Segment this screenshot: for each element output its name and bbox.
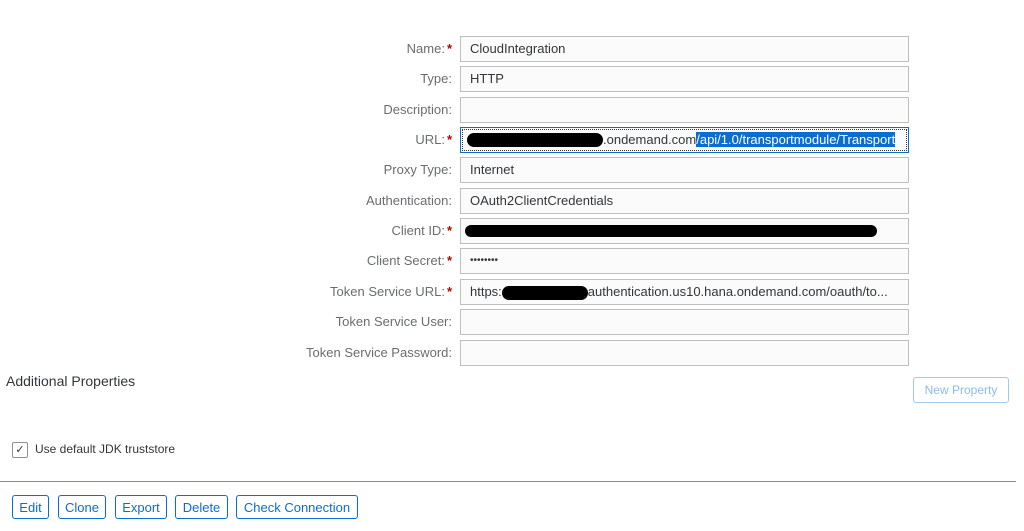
url-row: URL: * .ondemand.com/api/1.0/transportmod… — [0, 127, 1024, 153]
redacted-text — [501, 285, 588, 300]
url-field[interactable]: .ondemand.com/api/1.0/transportmodule/Tr… — [460, 127, 909, 153]
description-field[interactable] — [460, 97, 909, 123]
description-row: Description: — [0, 97, 1024, 123]
token-service-url-field[interactable]: https: authentication.us10.hana.ondemand.… — [460, 279, 909, 305]
token-service-user-row: Token Service User: — [0, 309, 1024, 335]
proxy-type-label: Proxy Type: — [383, 162, 452, 177]
required-marker: * — [446, 223, 452, 238]
redacted-text — [467, 133, 603, 147]
token-service-url-label: Token Service URL: * — [330, 284, 452, 299]
authentication-row: Authentication: OAuth2ClientCredentials — [0, 188, 1024, 214]
truststore-checkbox[interactable]: ✓ — [12, 442, 28, 458]
clone-button[interactable]: Clone — [58, 495, 106, 519]
additional-properties-title: Additional Properties — [6, 373, 136, 389]
redacted-text — [465, 225, 877, 237]
token-service-password-field[interactable] — [460, 340, 909, 366]
client-secret-label: Client Secret: * — [366, 253, 452, 268]
edit-button[interactable]: Edit — [12, 495, 49, 519]
truststore-label: Use default JDK truststore — [35, 442, 176, 456]
name-label: Name: * — [406, 41, 452, 56]
token-service-url-row: Token Service URL: * https: authentication… — [0, 279, 1024, 305]
proxy-type-field[interactable]: Internet — [460, 157, 909, 183]
authentication-label: Authentication: — [365, 193, 452, 208]
export-button[interactable]: Export — [115, 495, 167, 519]
proxy-type-row: Proxy Type: Internet — [0, 157, 1024, 183]
type-field[interactable]: HTTP — [460, 66, 909, 92]
type-row: Type: HTTP — [0, 66, 1024, 92]
url-selected-text: /api/1.0/transportmodule/Transport — [696, 132, 896, 147]
token-service-user-field[interactable] — [460, 309, 909, 335]
authentication-field[interactable]: OAuth2ClientCredentials — [460, 188, 909, 214]
client-secret-row: Client Secret: * •••••••• — [0, 248, 1024, 274]
check-connection-button[interactable]: Check Connection — [236, 495, 358, 519]
client-secret-field[interactable]: •••••••• — [460, 248, 909, 274]
token-service-user-label: Token Service User: — [335, 314, 452, 329]
type-label: Type: — [420, 71, 452, 86]
new-property-button[interactable]: New Property — [913, 377, 1009, 403]
name-row: Name: * CloudIntegration — [0, 36, 1024, 62]
url-label: URL: * — [415, 132, 452, 147]
token-service-password-row: Token Service Password: — [0, 340, 1024, 366]
token-service-password-label: Token Service Password: — [306, 345, 452, 360]
required-marker: * — [446, 253, 452, 268]
required-marker: * — [446, 41, 452, 56]
token-url-prefix: https: — [470, 284, 502, 299]
client-id-row: Client ID: * — [0, 218, 1024, 244]
description-label: Description: — [383, 102, 452, 117]
required-marker: * — [446, 284, 452, 299]
url-visible-text: .ondemand.com — [603, 132, 697, 147]
client-id-field[interactable] — [460, 218, 909, 244]
footer-divider — [0, 481, 1016, 482]
required-marker: * — [446, 132, 452, 147]
delete-button[interactable]: Delete — [175, 495, 228, 519]
token-url-visible-text: authentication.us10.hana.ondemand.com/oa… — [587, 284, 888, 299]
name-field[interactable]: CloudIntegration — [460, 36, 909, 62]
client-id-label: Client ID: * — [391, 223, 452, 238]
